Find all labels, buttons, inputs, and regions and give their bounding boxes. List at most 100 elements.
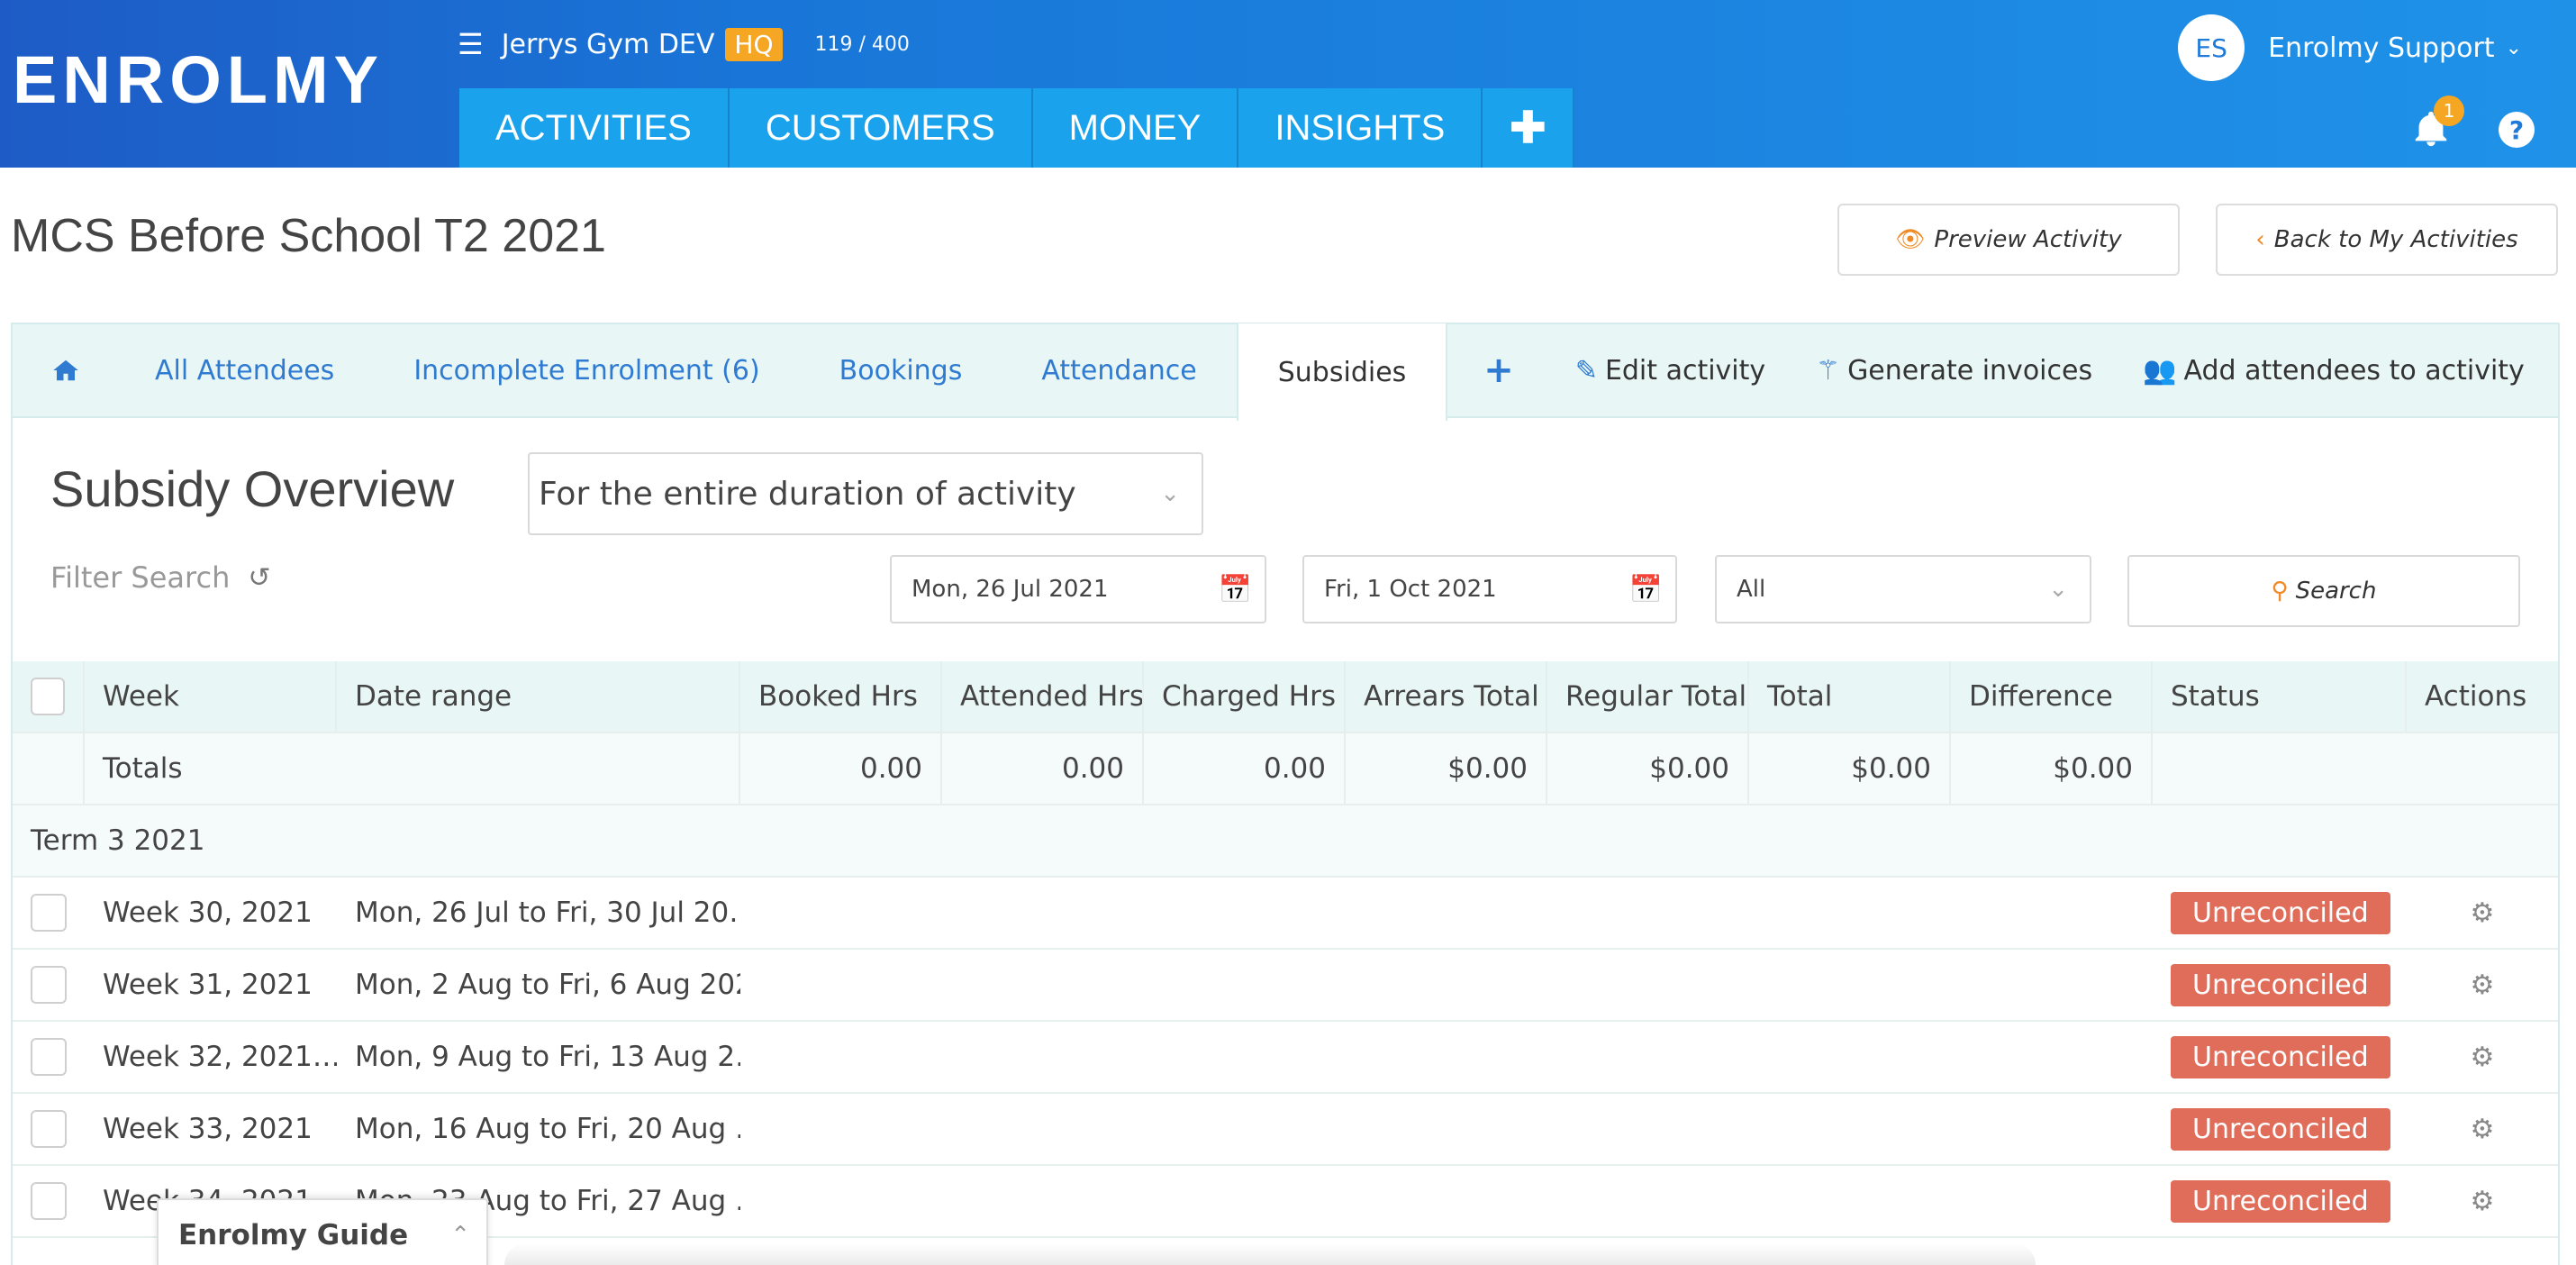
totals-charged: 0.00 — [1144, 733, 1346, 804]
row-actions: ⚙ — [2407, 1022, 2558, 1092]
status-badge: Unreconciled — [2171, 891, 2390, 934]
totals-label: Totals — [85, 733, 740, 804]
generate-invoices-button[interactable]: ⚚ Generate invoices — [1791, 323, 2118, 417]
table-row: Week 31, 2021 Mon, 2 Aug to Fri, 6 Aug 2… — [13, 950, 2558, 1022]
tab-incomplete-enrolment[interactable]: Incomplete Enrolment (6) — [374, 323, 799, 417]
totals-arrears: $0.00 — [1346, 733, 1547, 804]
row-checkbox-cell — [13, 878, 85, 948]
row-actions: ⚙ — [2407, 1166, 2558, 1236]
filter-search[interactable]: Filter Search ↺ — [50, 560, 271, 595]
col-attended-hrs[interactable]: Attended Hrs — [942, 661, 1144, 732]
nav-money[interactable]: MONEY — [1032, 88, 1239, 168]
select-all-checkbox[interactable] — [31, 678, 65, 715]
help-icon[interactable]: ? — [2499, 112, 2535, 148]
totals-spacer — [13, 733, 85, 804]
row-checkbox[interactable] — [31, 1182, 67, 1220]
org-count: 119 / 400 — [814, 32, 910, 56]
tab-bookings[interactable]: Bookings — [800, 323, 1002, 417]
row-status-cell: Unreconciled — [2153, 1094, 2407, 1164]
gear-icon[interactable]: ⚙ — [2471, 1114, 2495, 1145]
magic-wand-icon: ⚚ — [1816, 354, 1841, 387]
row-values — [740, 1166, 2153, 1236]
col-regular-total[interactable]: Regular Total — [1547, 661, 1749, 732]
tab-subsidies[interactable]: Subsidies — [1236, 323, 1448, 421]
col-date-range[interactable]: Date range — [337, 661, 740, 732]
col-status[interactable]: Status — [2153, 661, 2407, 732]
home-icon — [53, 359, 78, 381]
row-status-cell: Unreconciled — [2153, 950, 2407, 1020]
calendar-icon[interactable]: 📅 — [1219, 574, 1252, 605]
row-date-range: Mon, 9 Aug to Fri, 13 Aug 2… — [355, 1041, 740, 1073]
duration-select[interactable]: For the entire duration of activity ⌄ — [528, 452, 1203, 535]
row-checkbox[interactable] — [31, 1038, 67, 1076]
back-button[interactable]: ‹ Back to My Activities — [2216, 204, 2558, 276]
row-week: Week 33, 2021 — [103, 1113, 313, 1145]
enrolmy-guide-widget[interactable]: Enrolmy Guide ⌃ — [157, 1198, 488, 1265]
nav-insights[interactable]: INSIGHTS — [1238, 88, 1483, 168]
tab-home[interactable] — [13, 323, 115, 417]
col-total[interactable]: Total — [1749, 661, 1951, 732]
preview-activity-label: Preview Activity — [1934, 226, 2122, 253]
tab-all-attendees[interactable]: All Attendees — [115, 323, 374, 417]
preview-activity-button[interactable]: 👁 Preview Activity — [1837, 204, 2180, 276]
chevron-down-icon: ⌄ — [2048, 576, 2068, 603]
col-arrears-total[interactable]: Arrears Total — [1346, 661, 1547, 732]
chevron-left-icon: ‹ — [2255, 226, 2265, 253]
nav-add-icon[interactable]: ✚ — [1483, 88, 1575, 168]
tab-attendance[interactable]: Attendance — [1002, 323, 1236, 417]
col-charged-hrs[interactable]: Charged Hrs — [1144, 661, 1346, 732]
row-actions: ⚙ — [2407, 950, 2558, 1020]
totals-total: $0.00 — [1749, 733, 1951, 804]
row-date-range: Mon, 26 Jul to Fri, 30 Jul 20… — [355, 896, 740, 929]
col-booked-hrs[interactable]: Booked Hrs — [740, 661, 942, 732]
col-difference[interactable]: Difference — [1951, 661, 2153, 732]
totals-regular: $0.00 — [1547, 733, 1749, 804]
row-date-range: Mon, 16 Aug to Fri, 20 Aug … — [355, 1113, 740, 1145]
end-date-input[interactable]: Fri, 1 Oct 2021 📅 — [1302, 555, 1677, 623]
search-button[interactable]: ⚲ Search — [2127, 555, 2520, 627]
row-checkbox-cell — [13, 1022, 85, 1092]
nav-activities[interactable]: ACTIVITIES — [459, 88, 730, 168]
nav-customers[interactable]: CUSTOMERS — [729, 88, 1033, 168]
calendar-icon[interactable]: 📅 — [1629, 574, 1663, 605]
filter-search-label: Filter Search — [50, 560, 231, 595]
main-nav: ACTIVITIES CUSTOMERS MONEY INSIGHTS ✚ — [459, 88, 1575, 168]
gear-icon[interactable]: ⚙ — [2471, 1186, 2495, 1217]
row-checkbox[interactable] — [31, 1110, 67, 1148]
add-attendees-button[interactable]: 👥 Add attendees to activity — [2118, 323, 2550, 417]
totals-difference: $0.00 — [1951, 733, 2153, 804]
status-badge: Unreconciled — [2171, 1179, 2390, 1223]
totals-empty — [2153, 733, 2558, 804]
row-date-range: Mon, 2 Aug to Fri, 6 Aug 2021 — [355, 969, 740, 1001]
row-checkbox[interactable] — [31, 966, 67, 1004]
duration-select-value: For the entire duration of activity — [539, 475, 1076, 513]
edit-activity-button[interactable]: ✎ Edit activity — [1550, 323, 1791, 417]
col-week[interactable]: Week — [85, 661, 337, 732]
notification-badge: 1 — [2434, 96, 2464, 126]
row-week: Week 32, 2021… — [103, 1041, 337, 1073]
add-tab-icon[interactable]: + — [1447, 323, 1550, 417]
row-checkbox[interactable] — [31, 894, 67, 932]
row-status-cell: Unreconciled — [2153, 878, 2407, 948]
user-menu[interactable]: ES Enrolmy Support ⌄ — [2178, 14, 2522, 81]
reset-icon[interactable]: ↺ — [248, 562, 270, 594]
page-title: MCS Before School T2 2021 — [11, 210, 606, 262]
row-checkbox-cell — [13, 1094, 85, 1164]
status-select-value: All — [1737, 576, 1766, 603]
enrolmy-logo[interactable]: ENROLMY — [13, 42, 384, 117]
chevron-up-icon[interactable]: ⌃ — [450, 1222, 470, 1249]
row-values — [740, 1094, 2153, 1164]
gear-icon[interactable]: ⚙ — [2471, 897, 2495, 929]
org-switcher[interactable]: ☰ Jerrys Gym DEV HQ 119 / 400 — [458, 27, 910, 61]
start-date-value: Mon, 26 Jul 2021 — [912, 576, 1109, 603]
gear-icon[interactable]: ⚙ — [2471, 1042, 2495, 1073]
start-date-input[interactable]: Mon, 26 Jul 2021 📅 — [890, 555, 1266, 623]
generate-invoices-label: Generate invoices — [1847, 354, 2093, 387]
menu-icon[interactable]: ☰ — [458, 27, 484, 61]
gear-icon[interactable]: ⚙ — [2471, 969, 2495, 1001]
row-actions: ⚙ — [2407, 878, 2558, 948]
users-icon: 👥 — [2143, 354, 2177, 387]
enrolmy-guide-label: Enrolmy Guide — [178, 1219, 409, 1251]
row-checkbox-cell — [13, 950, 85, 1020]
status-select[interactable]: All ⌄ — [1715, 555, 2091, 623]
